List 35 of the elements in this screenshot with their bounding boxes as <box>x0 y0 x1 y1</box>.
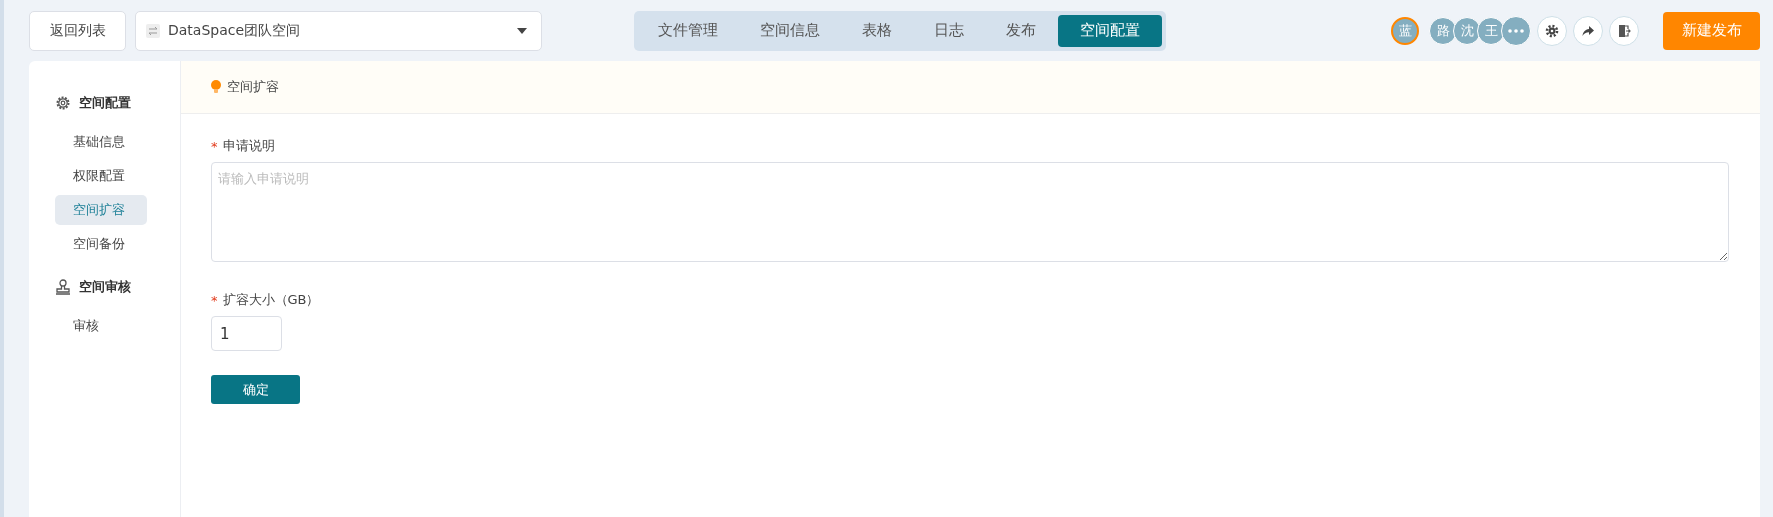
sidebar-item[interactable]: 基础信息 <box>55 127 147 157</box>
tab[interactable]: 空间配置 <box>1058 14 1162 47</box>
share-button[interactable] <box>1573 15 1603 46</box>
size-field[interactable]: 1 <box>211 316 282 351</box>
tab[interactable]: 表格 <box>842 14 912 47</box>
gear-icon <box>55 95 71 111</box>
tab[interactable]: 发布 <box>986 14 1056 47</box>
share-icon <box>1581 23 1595 38</box>
tab[interactable]: 日志 <box>914 14 984 47</box>
description-field[interactable]: 请输入申请说明 <box>211 162 1729 262</box>
confirm-button[interactable]: 确定 <box>211 375 300 404</box>
settings-icon <box>1545 23 1559 38</box>
space-select[interactable]: DataSpace团队空间 <box>135 10 542 51</box>
tab[interactable]: 文件管理 <box>638 14 738 47</box>
sidebar-item[interactable]: 空间备份 <box>55 229 147 259</box>
back-button[interactable]: 返回列表 <box>29 10 126 51</box>
sidebar-item[interactable]: 审核 <box>55 311 147 341</box>
tab[interactable]: 空间信息 <box>740 14 840 47</box>
field-label: 扩容大小（GB） <box>222 291 320 309</box>
sidebar-group-title: 空间审核 <box>79 278 131 296</box>
sidebar-group-title: 空间配置 <box>79 94 131 112</box>
sidebar-item[interactable]: 空间扩容 <box>55 195 147 225</box>
more-icon <box>1508 28 1524 33</box>
swap-icon <box>146 23 160 38</box>
exit-button[interactable] <box>1609 15 1639 46</box>
required-mark: * <box>211 138 218 154</box>
caret-icon <box>517 27 527 34</box>
settings-button[interactable] <box>1537 15 1567 46</box>
bulb-icon <box>211 80 221 94</box>
field-label: 申请说明 <box>222 137 275 155</box>
sidebar-item[interactable]: 权限配置 <box>55 161 147 191</box>
section-title: 空间扩容 <box>227 78 279 96</box>
stamp-icon <box>55 279 71 295</box>
exit-icon <box>1617 23 1631 38</box>
required-mark: * <box>211 292 218 308</box>
